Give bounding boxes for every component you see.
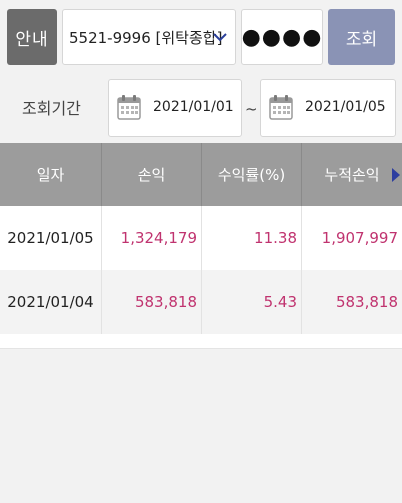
date-separator: ~ [245,100,258,118]
calendar-icon[interactable] [269,94,293,120]
header-return-rate: 수익률(%) [202,143,302,206]
scroll-right-icon[interactable] [392,168,400,182]
end-date-value: 2021/01/05 [305,99,386,115]
period-label: 조회기간 [22,99,81,118]
table-row[interactable]: 2021/01/04 583,818 5.43 583,818 [0,270,402,334]
top-toolbar: 안내 5521-9996 [위탁종합] ●●●● 조회 [0,0,402,75]
cell-date: 2021/01/05 [0,206,102,270]
info-button[interactable]: 안내 [7,9,57,65]
cell-profit: 1,324,179 [102,206,202,270]
calendar-icon[interactable] [117,94,141,120]
cell-profit: 583,818 [102,270,202,334]
end-date-field[interactable]: 2021/01/05 [260,79,396,137]
password-field[interactable]: ●●●● [241,9,323,65]
cell-return-rate: 5.43 [202,270,302,334]
table-row[interactable]: 2021/01/05 1,324,179 11.38 1,907,997 [0,206,402,270]
header-cumulative: 누적손익 [324,166,380,184]
query-button[interactable]: 조회 [328,9,395,65]
start-date-value: 2021/01/01 [153,99,234,115]
period-bar: 조회기간 2021/01/01 2021/01/05 [0,75,402,143]
start-date-field[interactable]: 2021/01/01 [108,79,242,137]
cell-cumulative: 1,907,997 [321,229,398,247]
account-value: 5521-9996 [위탁종합] [69,28,223,47]
header-profit: 손익 [102,143,202,206]
header-date: 일자 [0,143,102,206]
table-header: 일자 손익 수익률(%) 누적손익 [0,143,402,206]
cell-date: 2021/01/04 [0,270,102,334]
account-select[interactable]: 5521-9996 [위탁종합] [62,9,236,65]
cell-cumulative: 583,818 [335,293,398,311]
chevron-down-icon [213,33,227,42]
table-footer-spacer [0,334,402,349]
cell-return-rate: 11.38 [202,206,302,270]
